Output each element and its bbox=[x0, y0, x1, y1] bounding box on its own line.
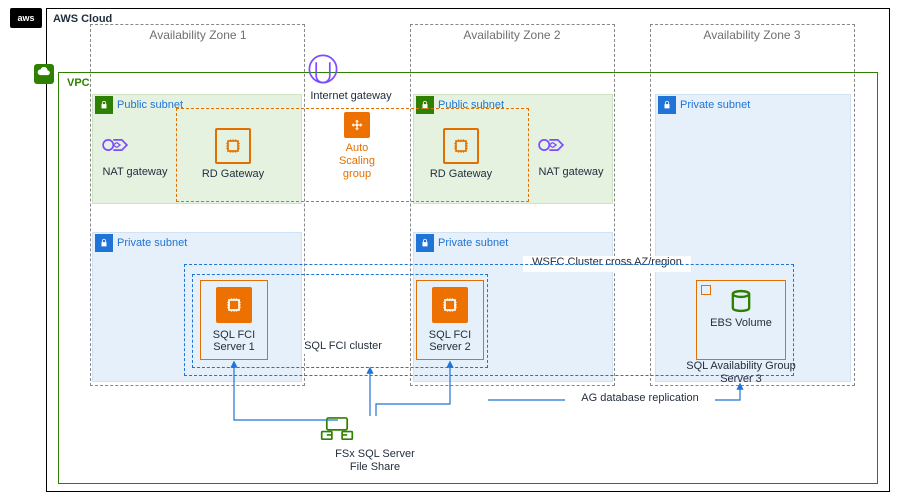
ec2-instance-icon bbox=[216, 287, 252, 323]
private-subnet-1-header: Private subnet bbox=[93, 233, 301, 253]
nat-gateway-1-label: NAT gateway bbox=[98, 166, 172, 179]
public-subnet-1-label: Public subnet bbox=[117, 99, 183, 111]
sql-fci-1-label-b: Server 1 bbox=[201, 341, 267, 353]
private-subnet-1-label: Private subnet bbox=[117, 237, 187, 249]
fsx-label-a: FSx SQL Server bbox=[320, 448, 430, 461]
lock-icon bbox=[416, 234, 434, 252]
sql-ag-server-3-label: SQL Availability Group Server 3 bbox=[665, 360, 817, 386]
ec2-icon bbox=[443, 128, 479, 164]
ec2-badge-icon bbox=[701, 285, 711, 295]
sql-fci-server-2: SQL FCI Server 2 bbox=[416, 280, 484, 360]
az1-title: Availability Zone 1 bbox=[108, 28, 288, 42]
rd-gateway-1-label: RD Gateway bbox=[196, 168, 270, 181]
vpc-icon bbox=[34, 64, 54, 84]
rd-gateway-2: RD Gateway bbox=[424, 128, 498, 181]
ec2-icon bbox=[215, 128, 251, 164]
private-subnet-3-header: Private subnet bbox=[656, 95, 850, 115]
lock-icon bbox=[95, 96, 113, 114]
sql-fci-2-label-a: SQL FCI bbox=[417, 329, 483, 341]
auto-scaling-icon bbox=[344, 112, 370, 138]
fsx-icon bbox=[320, 414, 354, 444]
auto-scaling-label-a: Auto Scaling bbox=[327, 142, 387, 168]
sql-fci-2-label-b: Server 2 bbox=[417, 341, 483, 353]
private-subnet-2-header: Private subnet bbox=[414, 233, 612, 253]
nat-gateway-1: NAT gateway bbox=[98, 128, 172, 179]
private-subnet-2-label: Private subnet bbox=[438, 237, 508, 249]
rd-gateway-1: RD Gateway bbox=[196, 128, 270, 181]
nat-gateway-2-label: NAT gateway bbox=[534, 166, 608, 179]
sql-fci-server-1: SQL FCI Server 1 bbox=[200, 280, 268, 360]
fsx-label-b: File Share bbox=[320, 461, 430, 474]
fsx-file-share: FSx SQL Server File Share bbox=[320, 414, 430, 474]
az3-title: Availability Zone 3 bbox=[662, 28, 842, 42]
sql-fci-1-label-a: SQL FCI bbox=[201, 329, 267, 341]
nat-gateway-icon bbox=[98, 128, 132, 162]
lock-icon bbox=[95, 234, 113, 252]
internet-gateway-label: Internet gateway bbox=[306, 90, 396, 103]
vpc-title: VPC bbox=[67, 77, 90, 89]
sql-fci-cluster-label: SQL FCI cluster bbox=[304, 340, 382, 354]
auto-scaling-label-b: group bbox=[327, 168, 387, 181]
lock-icon bbox=[658, 96, 676, 114]
internet-gateway: Internet gateway bbox=[306, 52, 396, 103]
nat-gateway-icon bbox=[534, 128, 568, 162]
rd-gateway-2-label: RD Gateway bbox=[424, 168, 498, 181]
auto-scaling-group-node: Auto Scaling group bbox=[327, 112, 387, 182]
ec2-instance-icon bbox=[432, 287, 468, 323]
internet-gateway-icon bbox=[306, 52, 340, 86]
ebs-volume-label: EBS Volume bbox=[697, 317, 785, 329]
private-subnet-3-label: Private subnet bbox=[680, 99, 750, 111]
nat-gateway-2: NAT gateway bbox=[534, 128, 608, 179]
vpc-label-row: VPC bbox=[59, 73, 877, 93]
ebs-volume-icon bbox=[727, 287, 755, 315]
az2-title: Availability Zone 2 bbox=[422, 28, 602, 42]
aws-logo-badge: aws bbox=[10, 8, 42, 28]
sql-ag-server-3: EBS Volume bbox=[696, 280, 786, 360]
ag-replication-label: AG database replication bbox=[565, 392, 715, 406]
